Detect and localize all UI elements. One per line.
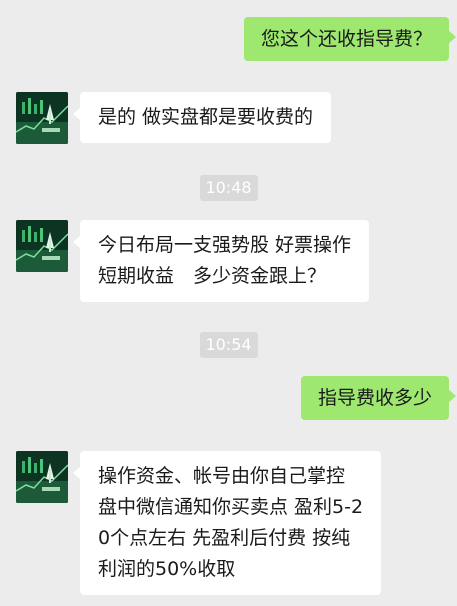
message-text: 是的 做实盘都是要收费的 bbox=[98, 106, 314, 128]
stock-chart-avatar-icon bbox=[16, 451, 68, 503]
message-outgoing: 指导费收多少 bbox=[300, 376, 457, 420]
message-bubble-outgoing[interactable]: 您这个还收指导费？ bbox=[243, 17, 457, 61]
chat-window: 您这个还收指导费？ 是的 做实盘都是要收费的 10:48 今日布局一支强势股 好… bbox=[0, 0, 457, 606]
timestamp: 10:54 bbox=[199, 332, 258, 358]
message-incoming: 操作资金、帐号由你自己掌控 盘中微信通知你买卖点 盈利5-2 0个点左右 先盈利… bbox=[16, 451, 382, 595]
message-bubble-incoming[interactable]: 是的 做实盘都是要收费的 bbox=[72, 92, 332, 143]
message-text-line: 今日布局一支强势股 好票操作 bbox=[98, 234, 352, 256]
stock-chart-avatar-icon bbox=[16, 92, 68, 144]
message-text-line: 盘中微信通知你买卖点 盈利5-2 bbox=[98, 496, 364, 518]
timestamp: 10:48 bbox=[199, 175, 258, 201]
message-outgoing: 您这个还收指导费？ bbox=[243, 17, 457, 61]
message-text-line: 短期收益 多少资金跟上？ bbox=[98, 265, 327, 287]
stock-chart-avatar-icon bbox=[16, 220, 68, 272]
message-text-line: 操作资金、帐号由你自己掌控 bbox=[98, 465, 346, 487]
avatar[interactable] bbox=[16, 92, 68, 144]
message-bubble-incoming[interactable]: 操作资金、帐号由你自己掌控 盘中微信通知你买卖点 盈利5-2 0个点左右 先盈利… bbox=[72, 451, 382, 595]
message-incoming: 今日布局一支强势股 好票操作 短期收益 多少资金跟上？ bbox=[16, 220, 370, 302]
message-text-line: 利润的50%收取 bbox=[98, 558, 236, 580]
message-incoming: 是的 做实盘都是要收费的 bbox=[16, 92, 332, 144]
message-bubble-outgoing[interactable]: 指导费收多少 bbox=[300, 376, 457, 420]
message-text-line: 0个点左右 先盈利后付费 按纯 bbox=[98, 527, 351, 549]
message-bubble-incoming[interactable]: 今日布局一支强势股 好票操作 短期收益 多少资金跟上？ bbox=[72, 220, 370, 302]
avatar[interactable] bbox=[16, 220, 68, 272]
avatar[interactable] bbox=[16, 451, 68, 503]
message-text: 您这个还收指导费？ bbox=[260, 28, 432, 50]
message-text: 指导费收多少 bbox=[317, 387, 432, 409]
